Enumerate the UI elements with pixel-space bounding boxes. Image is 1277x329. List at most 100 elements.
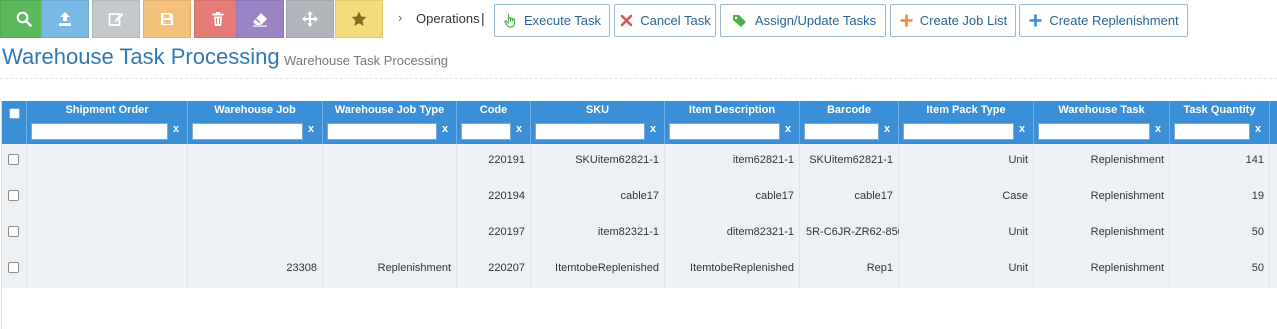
cell-warehouse-task: Replenishment [1090,190,1164,202]
eraser-icon [253,13,267,27]
filter-input-shipment-order[interactable] [31,123,168,140]
cell-warehouse-task: Replenishment [1090,154,1164,166]
clear-filter-button[interactable]: x [648,123,658,135]
task-grid: Shipment Order x Warehouse Job x Warehouse J… [1,101,1277,329]
clear-filter-button[interactable]: x [306,123,316,135]
page-title: Warehouse Task Processing [2,44,280,69]
upload-button[interactable] [41,0,89,38]
row-checkbox[interactable] [8,226,19,237]
cell-code: 220194 [488,190,525,202]
table-row[interactable]: 220191 SKUitem62821-1 item62821-1 SKUitem62… [2,144,1277,180]
column-header-warehouse-job-type[interactable]: Warehouse Job Type x [323,101,457,144]
filter-input-item-description[interactable] [669,123,780,140]
cell-item-description: ItemtobeReplenished [690,262,794,274]
cell-sku: SKUitem62821-1 [575,154,659,166]
column-header-warehouse-task[interactable]: Warehouse Task x [1034,101,1170,144]
save-icon [161,13,173,25]
grid-body: 220191 SKUitem62821-1 item62821-1 SKUitem62… [2,144,1277,288]
table-row[interactable]: 220197 item82321-1 ditem82321-1 5R-C6JR-ZR6… [2,216,1277,252]
plus-icon [900,14,913,27]
column-header-label: Shipment Order [65,104,149,116]
column-header-barcode[interactable]: Barcode x [800,101,899,144]
column-header-label: Warehouse Job [214,104,296,116]
toolbar: › Operations | Execute Task Cancel Task … [0,0,1277,38]
cancel-task-button[interactable]: Cancel Task [614,4,716,37]
cell-barcode: cable17 [854,190,893,202]
column-header-label: SKU [585,104,610,116]
edit-icon [108,13,124,26]
column-header-label: Code [479,104,508,116]
row-checkbox[interactable] [8,262,19,273]
assign-update-tasks-button[interactable]: Assign/Update Tasks [720,4,886,37]
cell-warehouse-job-type: Replenishment [377,262,451,274]
save-button[interactable] [143,0,191,38]
clear-filter-button[interactable]: x [1153,123,1163,135]
column-header-code[interactable]: Code x [457,101,531,144]
column-header-label: Barcode [826,104,872,116]
cell-warehouse-task: Replenishment [1090,262,1164,274]
cell-shipment-order [27,180,188,216]
filter-input-barcode[interactable] [804,123,879,140]
tags-icon [732,15,746,27]
filter-input-sku[interactable] [535,123,645,140]
column-header-shipment-order[interactable]: Shipment Order x [27,101,188,144]
cell-barcode: SKUitem62821-1 [809,154,893,166]
cell-sku: ItemtobeReplenished [555,262,659,274]
cell-item-description: ditem82321-1 [726,226,794,238]
row-checkbox[interactable] [8,154,19,165]
filter-input-task-quantity[interactable] [1174,123,1250,140]
create-replenishment-button[interactable]: Create Replenishment [1019,4,1188,37]
execute-task-label: Execute Task [523,13,602,28]
execute-task-button[interactable]: Execute Task [494,4,610,37]
cell-sku: item82321-1 [597,226,659,238]
search-icon [16,11,32,27]
clear-filter-button[interactable]: x [514,123,524,135]
filter-input-warehouse-job[interactable] [192,123,303,140]
cell-warehouse-job-type [323,180,457,216]
clear-filter-button[interactable]: x [1253,123,1263,135]
cell-task-quantity: 19 [1251,190,1264,202]
select-all-checkbox[interactable] [9,108,20,119]
column-header-task-quantity[interactable]: Task Quantity x [1170,101,1270,144]
clear-filter-button[interactable]: x [783,123,793,135]
cell-item-description: cable17 [755,190,794,202]
table-row[interactable]: 23308 Replenishment 220207 ItemtobeReplenis… [2,252,1277,288]
filter-input-item-pack-type[interactable] [903,123,1014,140]
cell-task-quantity: 141 [1245,154,1264,166]
edit-button[interactable] [92,0,140,38]
cell-shipment-order [27,216,188,252]
cell-code: 220197 [488,226,525,238]
delete-button[interactable] [194,0,242,38]
column-header-warehouse-job[interactable]: Warehouse Job x [188,101,323,144]
eraser-button[interactable] [236,0,284,38]
filter-input-warehouse-job-type[interactable] [327,123,437,140]
clear-filter-button[interactable]: x [440,123,450,135]
cell-warehouse-job-type [323,216,457,252]
clear-filter-button[interactable]: x [882,123,892,135]
cell-warehouse-job: 23308 [286,262,317,274]
column-header-sku[interactable]: SKU x [531,101,665,144]
column-header-item-pack-type[interactable]: Item Pack Type x [899,101,1034,144]
create-job-list-button[interactable]: Create Job List [890,4,1016,37]
cell-warehouse-job [188,144,323,180]
clear-filter-button[interactable]: x [1017,123,1027,135]
create-replenishment-label: Create Replenishment [1049,13,1179,28]
row-checkbox[interactable] [8,190,19,201]
clear-filter-button[interactable]: x [171,123,181,135]
cell-item-description: item62821-1 [732,154,794,166]
column-header-label: Warehouse Job Type [334,104,445,116]
trash-icon [212,12,224,26]
filter-input-warehouse-task[interactable] [1038,123,1150,140]
move-icon [302,11,318,27]
favorite-button[interactable] [335,0,383,38]
table-row[interactable]: 220194 cable17 cable17 cable17 Case Replenish… [2,180,1277,216]
grid-header: Shipment Order x Warehouse Job x Warehouse J… [2,101,1277,144]
filter-input-code[interactable] [461,123,511,140]
star-icon [351,11,367,26]
page-subtitle: Warehouse Task Processing [284,53,449,68]
plus-icon [1029,14,1042,27]
move-button[interactable] [286,0,334,38]
column-header-label: Warehouse Task [1058,104,1145,116]
column-header-item-description[interactable]: Item Description x [665,101,800,144]
cell-warehouse-job [188,180,323,216]
